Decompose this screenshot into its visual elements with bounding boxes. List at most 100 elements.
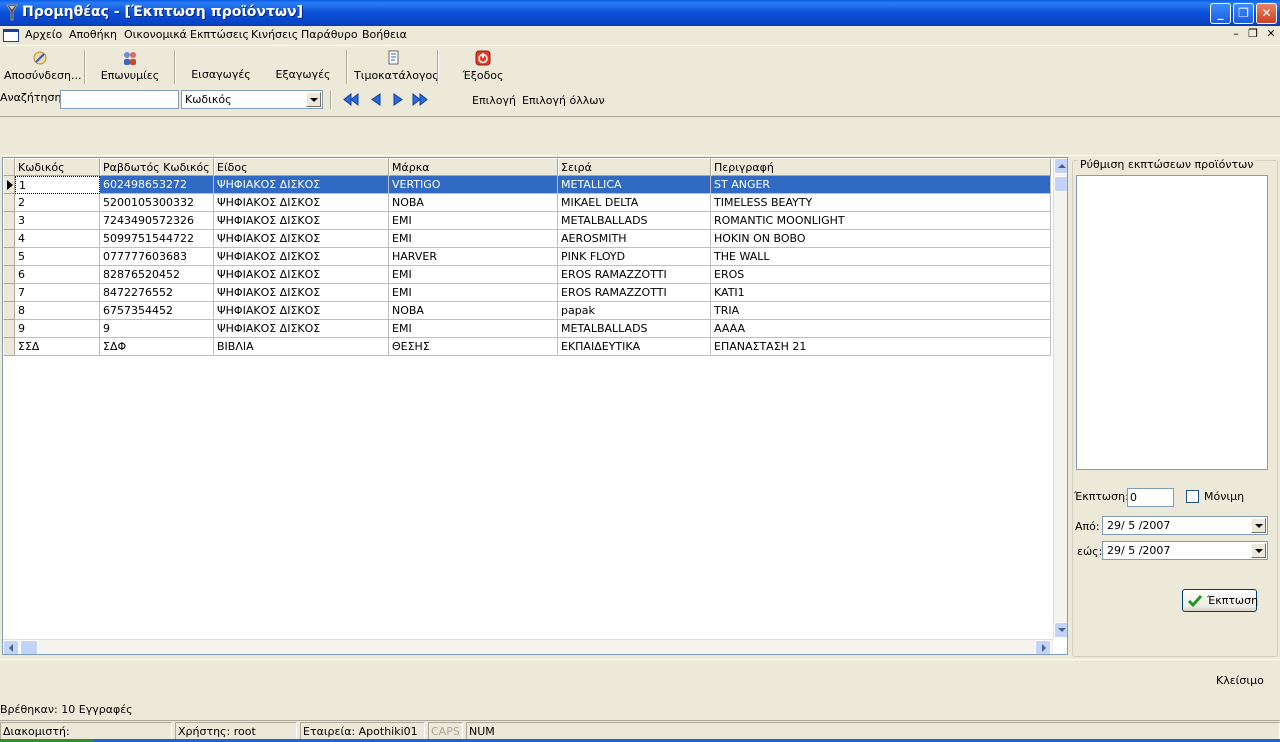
row-indicator[interactable] [3, 302, 15, 320]
exit-button[interactable]: Έξοδος [458, 50, 508, 82]
chevron-down-icon[interactable] [1251, 543, 1266, 558]
menu-file[interactable]: Αρχείο [25, 28, 62, 41]
minimize-button[interactable]: _ [1210, 3, 1231, 24]
exports-button[interactable]: Εξαγωγές [274, 68, 332, 81]
table-cell[interactable]: ST ANGER [711, 176, 1051, 194]
table-row[interactable]: 7 8472276552 ΨΗΦΙΑΚΟΣ ΔΙΣΚΟΣ EMI EROS RAMAZZ… [3, 284, 1051, 302]
table-cell[interactable]: 077777603683 [100, 248, 214, 266]
previous-record-icon[interactable] [367, 92, 385, 107]
table-cell[interactable]: 2 [15, 194, 100, 212]
table-cell[interactable]: 82876520452 [100, 266, 214, 284]
restore-button[interactable]: ❐ [1233, 3, 1254, 24]
table-cell[interactable]: ΨΗΦΙΑΚΟΣ ΔΙΣΚΟΣ [214, 284, 389, 302]
table-cell[interactable]: ΕΚΠΑΙΔΕΥΤΙΚΑ [558, 338, 711, 356]
table-row[interactable]: 3 7243490572326 ΨΗΦΙΑΚΟΣ ΔΙΣΚΟΣ EMI METALBAL… [3, 212, 1051, 230]
price-list-button[interactable]: Τιμοκατάλογος [354, 50, 439, 82]
column-header[interactable]: Ραβδωτός Κωδικός [100, 158, 214, 176]
products-grid[interactable]: Κωδικός Ραβδωτός Κωδικός Είδος Μάρκα Σειρά Πε… [2, 157, 1068, 655]
column-header[interactable]: Κωδικός [15, 158, 100, 176]
table-cell[interactable]: 5 [15, 248, 100, 266]
table-cell[interactable]: 1 [15, 176, 100, 194]
row-indicator[interactable] [3, 230, 15, 248]
column-header[interactable]: Είδος [214, 158, 389, 176]
discount-list[interactable] [1076, 175, 1268, 470]
table-cell[interactable]: METALBALLADS [558, 212, 711, 230]
scroll-down-icon[interactable] [1054, 622, 1067, 638]
table-cell[interactable]: EMI [389, 230, 558, 248]
first-record-icon[interactable] [342, 92, 360, 107]
document-icon[interactable] [3, 29, 19, 42]
table-cell[interactable]: 8 [15, 302, 100, 320]
scroll-thumb-horizontal[interactable] [20, 640, 38, 654]
table-cell[interactable]: EROS [711, 266, 1051, 284]
menu-movements[interactable]: Κινήσεις [251, 28, 298, 41]
menu-warehouse[interactable]: Αποθήκη [69, 28, 117, 41]
close-button[interactable]: Κλείσιμο [1216, 674, 1264, 687]
table-cell[interactable]: METALBALLADS [558, 320, 711, 338]
table-cell[interactable]: EROS RAMAZZOTTI [558, 266, 711, 284]
table-cell[interactable]: ΨΗΦΙΑΚΟΣ ΔΙΣΚΟΣ [214, 230, 389, 248]
mdi-minimize-button[interactable]: – [1228, 27, 1244, 42]
mdi-restore-button[interactable]: ❐ [1245, 27, 1261, 42]
table-cell[interactable]: HARVER [389, 248, 558, 266]
companies-button[interactable]: Επωνυμίες [96, 50, 164, 82]
row-indicator[interactable] [3, 266, 15, 284]
table-cell[interactable]: KATI1 [711, 284, 1051, 302]
table-cell[interactable]: 8472276552 [100, 284, 214, 302]
table-cell[interactable]: 6757354452 [100, 302, 214, 320]
horizontal-scrollbar[interactable] [3, 639, 1053, 654]
menu-window[interactable]: Παράθυρο [301, 28, 358, 41]
row-indicator[interactable] [3, 248, 15, 266]
select-all-button[interactable]: Επιλογή όλλων [522, 94, 605, 107]
table-cell[interactable]: HOKIN ON BOBO [711, 230, 1051, 248]
scroll-thumb[interactable] [1054, 176, 1067, 192]
table-cell[interactable]: 9 [100, 320, 214, 338]
vertical-scrollbar[interactable] [1053, 158, 1067, 638]
chevron-down-icon[interactable] [306, 92, 321, 107]
close-window-button[interactable]: ✕ [1256, 3, 1277, 24]
table-cell[interactable]: 6 [15, 266, 100, 284]
row-indicator[interactable] [3, 338, 15, 356]
table-cell[interactable]: EMI [389, 212, 558, 230]
imports-button[interactable]: Εισαγωγές [190, 68, 252, 81]
table-cell[interactable]: VERTIGO [389, 176, 558, 194]
scroll-left-icon[interactable] [3, 640, 19, 654]
table-row[interactable]: 6 82876520452 ΨΗΦΙΑΚΟΣ ΔΙΣΚΟΣ EMI EROS RAMAZ… [3, 266, 1051, 284]
table-cell[interactable]: ΨΗΦΙΑΚΟΣ ΔΙΣΚΟΣ [214, 194, 389, 212]
menu-help[interactable]: Βοήθεια [362, 28, 407, 41]
table-cell[interactable]: ROMANTIC MOONLIGHT [711, 212, 1051, 230]
table-cell[interactable]: NOBA [389, 302, 558, 320]
table-cell[interactable]: ΨΗΦΙΑΚΟΣ ΔΙΣΚΟΣ [214, 176, 389, 194]
title-bar[interactable]: Προμηθέας - [Έκπτωση προϊόντων] _ ❐ ✕ [0, 0, 1280, 26]
next-record-icon[interactable] [389, 92, 407, 107]
mdi-close-button[interactable]: ✕ [1263, 27, 1279, 42]
table-cell[interactable]: MIKAEL DELTA [558, 194, 711, 212]
menu-financial[interactable]: Οικονομικά [124, 28, 187, 41]
table-row[interactable]: 1 602498653272 ΨΗΦΙΑΚΟΣ ΔΙΣΚΟΣ VERTIGO METAL… [3, 176, 1051, 194]
chevron-down-icon[interactable] [1251, 518, 1266, 533]
table-row[interactable]: ΣΣΔ ΣΔΦ ΒΙΒΛΙΑ ΘΕΣΗΣ ΕΚΠΑΙΔΕΥΤΙΚΑ ΕΠΑΝΑΣΤΑΣΗ … [3, 338, 1051, 356]
table-cell[interactable]: 3 [15, 212, 100, 230]
table-cell[interactable]: ΨΗΦΙΑΚΟΣ ΔΙΣΚΟΣ [214, 248, 389, 266]
discount-input[interactable] [1127, 488, 1174, 507]
table-cell[interactable]: EMI [389, 266, 558, 284]
search-input[interactable] [60, 90, 179, 109]
column-header[interactable]: Περιγραφή [711, 158, 1051, 176]
table-row[interactable]: 4 5099751544722 ΨΗΦΙΑΚΟΣ ΔΙΣΚΟΣ EMI AEROSMIT… [3, 230, 1051, 248]
table-cell[interactable]: PINK FLOYD [558, 248, 711, 266]
select-button[interactable]: Επιλογή [472, 94, 516, 107]
table-row[interactable]: 9 9 ΨΗΦΙΑΚΟΣ ΔΙΣΚΟΣ EMI METALBALLADS AAAA [3, 320, 1051, 338]
table-row[interactable]: 5 077777603683 ΨΗΦΙΑΚΟΣ ΔΙΣΚΟΣ HARVER PINK F… [3, 248, 1051, 266]
table-cell[interactable]: 602498653272 [100, 176, 214, 194]
table-cell[interactable]: 5099751544722 [100, 230, 214, 248]
table-cell[interactable]: 5200105300332 [100, 194, 214, 212]
row-indicator[interactable] [3, 320, 15, 338]
row-indicator[interactable] [3, 284, 15, 302]
table-cell[interactable]: TRIA [711, 302, 1051, 320]
table-cell[interactable]: AEROSMITH [558, 230, 711, 248]
search-field-select[interactable]: Κωδικός [181, 90, 323, 109]
table-cell[interactable]: METALLICA [558, 176, 711, 194]
table-cell[interactable]: ΨΗΦΙΑΚΟΣ ΔΙΣΚΟΣ [214, 212, 389, 230]
table-cell[interactable]: 7 [15, 284, 100, 302]
table-cell[interactable]: ΒΙΒΛΙΑ [214, 338, 389, 356]
